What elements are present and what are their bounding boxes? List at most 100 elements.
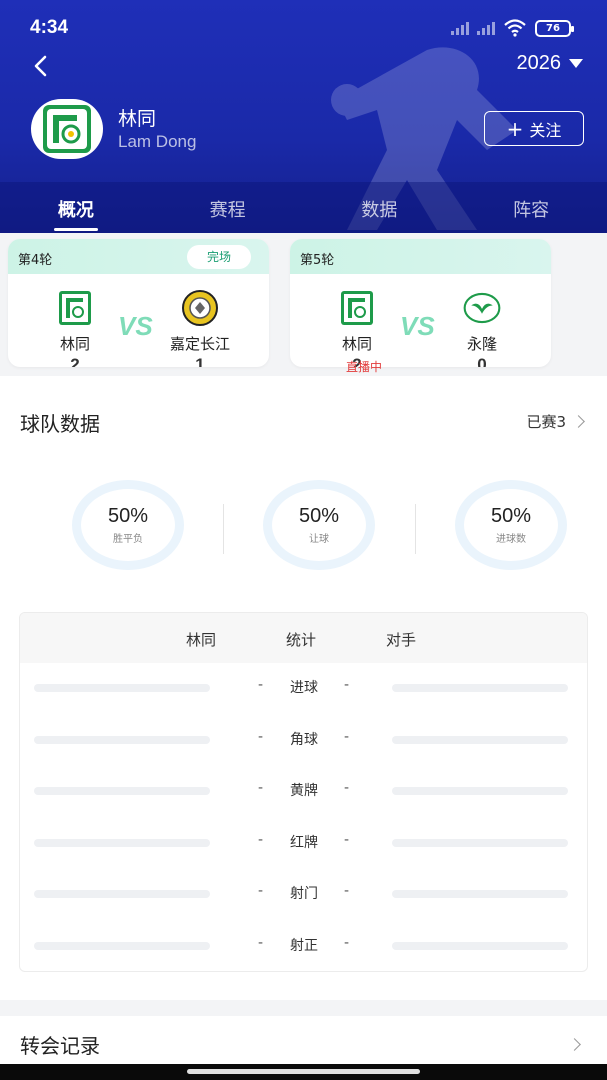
stat-label: 黄牌 bbox=[290, 783, 318, 799]
away-score: 0 bbox=[477, 355, 487, 367]
section-title: 球队数据 bbox=[20, 412, 100, 436]
ring-value: 50% bbox=[298, 505, 340, 527]
battery-icon: 76 bbox=[535, 19, 574, 37]
tab-lineup[interactable]: 阵容 bbox=[455, 182, 607, 233]
opponent-value: - bbox=[344, 677, 350, 693]
stat-label: 射正 bbox=[290, 938, 318, 954]
table-row: - 红牌 - bbox=[20, 830, 587, 854]
team-bar bbox=[34, 890, 210, 898]
stat-label: 角球 bbox=[290, 732, 318, 748]
team-logo bbox=[31, 99, 103, 159]
signal-icon bbox=[451, 21, 469, 35]
team-name-english: Lam Dong bbox=[118, 132, 197, 151]
team-value: - bbox=[258, 935, 264, 951]
table-row: - 射门 - bbox=[20, 881, 587, 905]
ring-label: 让球 bbox=[309, 534, 329, 545]
divider bbox=[223, 504, 224, 554]
opponent-bar bbox=[392, 839, 568, 847]
back-arrow-icon[interactable] bbox=[28, 52, 56, 80]
match-status-badge: 完场 bbox=[187, 245, 251, 269]
match-card-header: 第5轮 bbox=[290, 239, 551, 274]
caret-down-icon bbox=[569, 59, 583, 68]
match-card-header: 第4轮 完场 bbox=[8, 239, 269, 274]
ring-value: 50% bbox=[490, 505, 532, 527]
divider bbox=[415, 504, 416, 554]
matches-played-label: 已赛3 bbox=[526, 413, 566, 431]
wifi-icon bbox=[504, 19, 526, 37]
lam-dong-crest-icon bbox=[56, 289, 94, 327]
lam-dong-crest-icon bbox=[338, 289, 376, 327]
follow-label: 关注 bbox=[529, 120, 562, 140]
tab-bar: 概况 赛程 数据 阵容 bbox=[0, 182, 607, 233]
stat-label: 射门 bbox=[290, 886, 318, 902]
column-team: 林同 bbox=[186, 631, 217, 649]
opponent-bar bbox=[392, 684, 568, 692]
team-bar bbox=[34, 787, 210, 795]
follow-button[interactable]: + 关注 bbox=[484, 111, 584, 146]
away-team-name: 永隆 bbox=[466, 335, 497, 353]
table-row: - 射正 - bbox=[20, 933, 587, 957]
team-bar bbox=[34, 684, 210, 692]
stats-comparison-table: 林同 统计 对手 - 进球 - - 角球 - - 黄牌 - - 红牌 - - 射… bbox=[19, 612, 588, 972]
column-opponent: 对手 bbox=[386, 631, 417, 649]
vs-label: VS bbox=[118, 311, 153, 341]
home-score: 2 bbox=[70, 355, 80, 367]
column-stat: 统计 bbox=[286, 631, 317, 649]
stat-ring-handicap: 50% 让球 bbox=[263, 480, 375, 570]
opponent-bar bbox=[392, 736, 568, 744]
home-team: 林同 2 bbox=[30, 289, 120, 367]
tab-schedule[interactable]: 赛程 bbox=[152, 182, 304, 233]
chevron-right-icon bbox=[572, 415, 585, 428]
opponent-value: - bbox=[344, 780, 350, 796]
season-label: 2026 bbox=[516, 52, 562, 74]
opponent-value: - bbox=[344, 832, 350, 848]
opponent-value: - bbox=[344, 935, 350, 951]
chevron-right-icon bbox=[568, 1038, 581, 1051]
match-strip: 第4轮 完场 林同 2 VS 嘉定长江 1 第5轮 林同 2 VS 永隆 0 bbox=[0, 233, 607, 376]
status-bar: 4:34 76 bbox=[0, 0, 607, 56]
away-team: 永隆 0 bbox=[437, 289, 527, 367]
team-value: - bbox=[258, 780, 264, 796]
opponent-bar bbox=[392, 787, 568, 795]
signal-icon bbox=[477, 21, 495, 35]
jiading-crest-icon bbox=[181, 289, 219, 327]
ring-value: 50% bbox=[107, 505, 149, 527]
tab-overview[interactable]: 概况 bbox=[0, 182, 152, 233]
team-value: - bbox=[258, 677, 264, 693]
ring-label: 胜平负 bbox=[113, 534, 143, 545]
status-time: 4:34 bbox=[30, 17, 69, 38]
status-icons: 76 bbox=[451, 19, 574, 37]
team-value: - bbox=[258, 729, 264, 745]
matches-played-link[interactable]: 已赛3 bbox=[526, 411, 585, 432]
match-card-round-5[interactable]: 第5轮 林同 2 VS 永隆 0 bbox=[290, 239, 551, 367]
team-bar bbox=[34, 736, 210, 744]
team-bar bbox=[34, 942, 210, 950]
table-row: - 黄牌 - bbox=[20, 778, 587, 802]
vs-label: VS bbox=[400, 311, 435, 341]
season-selector[interactable]: 2026 bbox=[516, 52, 583, 75]
opponent-bar bbox=[392, 890, 568, 898]
match-round: 第5轮 bbox=[300, 253, 335, 268]
team-name: 林同 bbox=[118, 108, 157, 130]
match-card-round-4[interactable]: 第4轮 完场 林同 2 VS 嘉定长江 1 bbox=[8, 239, 269, 367]
home-team-name: 林同 bbox=[59, 335, 90, 353]
away-team-name: 嘉定长江 bbox=[169, 335, 230, 353]
home-indicator[interactable] bbox=[0, 1064, 607, 1080]
live-indicator: 直播中 bbox=[346, 360, 383, 374]
stat-label: 进球 bbox=[290, 680, 318, 696]
stat-ring-result: 50% 胜平负 bbox=[72, 480, 184, 570]
opponent-bar bbox=[392, 942, 568, 950]
table-row: - 进球 - bbox=[20, 675, 587, 699]
team-stats-section: 球队数据 已赛3 50% 胜平负 50% 让球 50% 进球数 林同 统计 对手… bbox=[0, 376, 607, 1000]
vinh-long-crest-icon bbox=[463, 289, 501, 327]
stat-label: 红牌 bbox=[290, 835, 318, 851]
lam-dong-crest-icon bbox=[43, 105, 91, 153]
tab-data[interactable]: 数据 bbox=[304, 182, 456, 233]
away-team: 嘉定长江 1 bbox=[155, 289, 245, 367]
team-value: - bbox=[258, 883, 264, 899]
away-score: 1 bbox=[195, 355, 205, 367]
team-bar bbox=[34, 839, 210, 847]
home-team-name: 林同 bbox=[341, 335, 372, 353]
section-title: 转会记录 bbox=[20, 1034, 100, 1058]
opponent-value: - bbox=[344, 883, 350, 899]
